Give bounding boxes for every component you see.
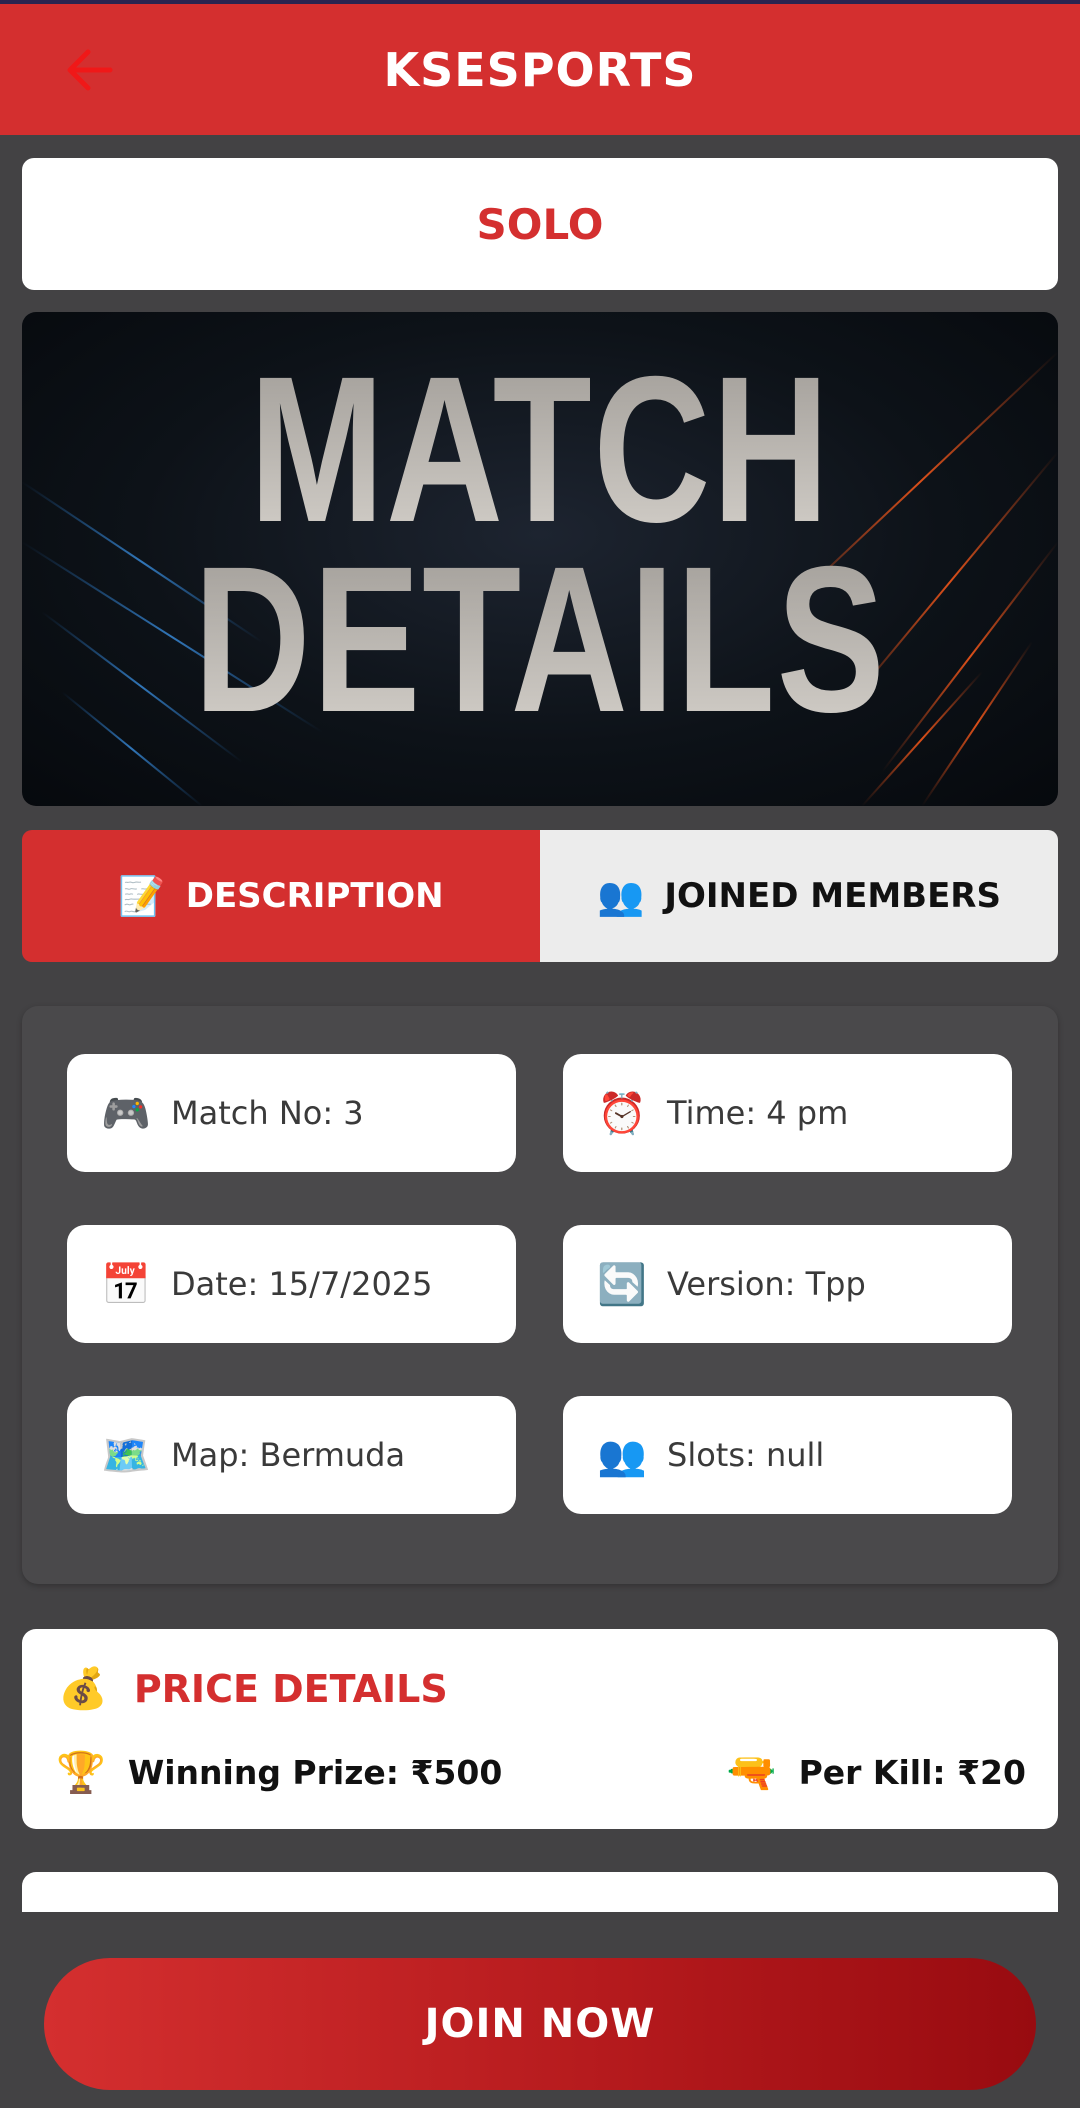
price-details-header: 💰 PRICE DETAILS (58, 1665, 448, 1712)
match-date-text: Date: 15/7/2025 (171, 1265, 433, 1303)
calendar-icon: 📅 (101, 1261, 151, 1308)
arrow-left-icon (67, 49, 113, 91)
trophy-icon: 🏆 (56, 1750, 106, 1796)
game-controller-icon: 🎮 (101, 1090, 151, 1137)
alarm-clock-icon: ⏰ (597, 1090, 647, 1137)
match-map-card: 🗺️ Map: Bermuda (67, 1396, 516, 1514)
tab-joined-members[interactable]: 👥 JOINED MEMBERS (540, 830, 1058, 962)
winning-prize: 🏆 Winning Prize: ₹500 (56, 1749, 502, 1796)
tab-bar: 📝 DESCRIPTION 👥 JOINED MEMBERS (22, 830, 1058, 962)
tab-description-label: DESCRIPTION (185, 876, 444, 916)
price-details-card: 💰 PRICE DETAILS 🏆 Winning Prize: ₹500 🔫 … (22, 1629, 1058, 1829)
next-section-card (22, 1872, 1058, 1912)
money-bag-icon: 💰 (58, 1666, 108, 1712)
match-date-card: 📅 Date: 15/7/2025 (67, 1225, 516, 1343)
match-version-text: Version: Tpp (667, 1265, 866, 1303)
people-icon: 👥 (597, 1432, 647, 1479)
people-icon: 👥 (597, 873, 645, 918)
match-details-banner: MATCH DETAILS (22, 312, 1058, 806)
match-map-text: Map: Bermuda (171, 1436, 406, 1474)
water-pistol-icon: 🔫 (726, 1750, 777, 1796)
per-kill-text: Per Kill: ₹20 (798, 1753, 1026, 1792)
banner-title-line2: DETAILS (136, 530, 944, 750)
app-bar: KSESPORTS (0, 4, 1080, 135)
memo-icon: 📝 (118, 873, 166, 918)
match-info-panel: 🎮 Match No: 3 ⏰ Time: 4 pm 📅 Date: 15/7/… (22, 1006, 1058, 1584)
tab-description[interactable]: 📝 DESCRIPTION (22, 830, 540, 962)
match-number-card: 🎮 Match No: 3 (67, 1054, 516, 1172)
match-mode-label: SOLO (22, 158, 1058, 290)
match-number-text: Match No: 3 (171, 1094, 364, 1132)
match-version-card: 🔄 Version: Tpp (563, 1225, 1012, 1343)
world-map-icon: 🗺️ (101, 1432, 151, 1479)
back-button[interactable] (54, 34, 126, 106)
app-title: KSESPORTS (383, 42, 697, 97)
match-time-text: Time: 4 pm (667, 1094, 849, 1132)
per-kill-prize: 🔫 Per Kill: ₹20 (727, 1749, 1026, 1796)
match-slots-card: 👥 Slots: null (563, 1396, 1012, 1514)
tab-joined-members-label: JOINED MEMBERS (664, 876, 1001, 916)
match-slots-text: Slots: null (667, 1436, 825, 1474)
price-details-title: PRICE DETAILS (133, 1666, 448, 1711)
winning-prize-text: Winning Prize: ₹500 (127, 1753, 503, 1792)
match-time-card: ⏰ Time: 4 pm (563, 1054, 1012, 1172)
refresh-icon: 🔄 (597, 1261, 647, 1308)
join-now-button[interactable]: JOIN NOW (44, 1958, 1036, 2090)
